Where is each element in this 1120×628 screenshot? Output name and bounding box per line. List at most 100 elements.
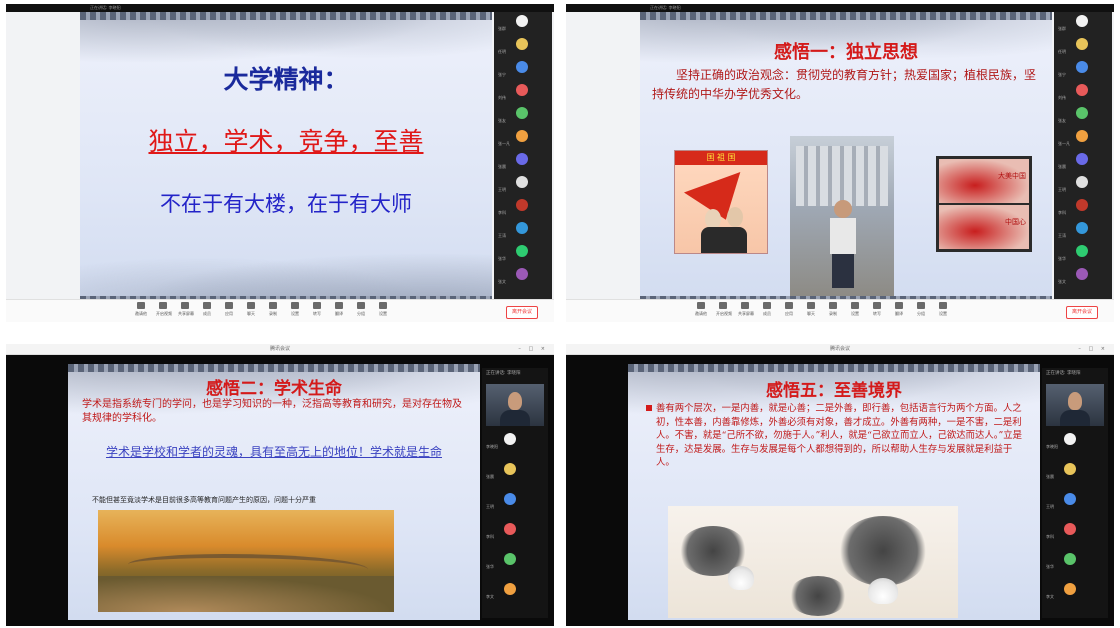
participant-name: 张友 — [1058, 118, 1066, 123]
toolbar-button[interactable]: 设置 — [936, 302, 950, 317]
toolbar-label: 开启视频 — [716, 311, 732, 316]
participant-row[interactable]: 张群 — [494, 12, 552, 35]
participant-row[interactable]: 张文 — [1054, 265, 1112, 288]
toolbar-label: 应用 — [785, 311, 793, 316]
slide-wall-top — [640, 12, 1052, 20]
participant-row[interactable]: 张宁 — [494, 58, 552, 81]
toolbar-button[interactable]: 邀请他 — [694, 302, 708, 317]
toolbar-button[interactable]: 转写 — [870, 302, 884, 317]
toolbar-label: 转写 — [313, 311, 321, 316]
participant-list[interactable]: 张群任明张宁刘伟张友 张一凡 张晨 王明 李科 王涛 张华 张文 — [494, 12, 552, 304]
window-title: 腾讯会议 — [269, 346, 290, 352]
toolbar-button[interactable]: 成员 — [200, 302, 214, 317]
speaker-video[interactable] — [1046, 384, 1104, 426]
participant-row[interactable]: 李晓阳 — [1042, 430, 1108, 460]
participant-row[interactable]: 任明 — [494, 35, 552, 58]
participant-row[interactable]: 张晨 — [1042, 460, 1108, 490]
slide-wall-top — [68, 364, 480, 372]
participant-name: 刘伟 — [498, 95, 506, 100]
window-controls[interactable]: – □ × — [518, 344, 548, 354]
avatar-icon — [1076, 153, 1088, 165]
screenshot-panel-1: 正在讲话: 李晓阳 大学精神： 独立，学术，竞争，至善 不在于有大楼，在于有大师… — [6, 4, 554, 322]
avatar-icon — [504, 433, 516, 445]
toolbar-button[interactable]: 应用 — [782, 302, 796, 317]
toolbar-button[interactable]: 共享屏幕 — [178, 302, 194, 317]
toolbar-button[interactable]: 邀请他 — [134, 302, 148, 317]
participant-row[interactable]: 张文 — [494, 265, 552, 288]
participant-row[interactable]: 刘伟 — [494, 81, 552, 104]
participant-row[interactable]: 张华 — [1042, 550, 1108, 580]
toolbar-button[interactable]: 成员 — [760, 302, 774, 317]
toolbar-button[interactable]: 设置 — [848, 302, 862, 317]
toolbar-button[interactable]: 聊天 — [244, 302, 258, 317]
participant-row[interactable]: 李科 — [482, 520, 548, 550]
participant-name: 张宁 — [498, 72, 506, 77]
participant-row[interactable]: 李文 — [1042, 580, 1108, 610]
participant-row[interactable]: 李晓阳 — [482, 430, 548, 460]
toolbar-icon — [269, 302, 277, 309]
toolbar-label: 成员 — [203, 311, 211, 316]
participant-row[interactable]: 李科 — [1054, 196, 1112, 219]
avatar-icon — [1076, 38, 1088, 50]
speaker-video[interactable] — [486, 384, 544, 426]
toolbar-icon — [335, 302, 343, 309]
toolbar-icon — [137, 302, 145, 309]
participant-row[interactable]: 张晨 — [494, 150, 552, 173]
participant-row[interactable]: 李文 — [482, 580, 548, 610]
toolbar-button[interactable]: 录制 — [266, 302, 280, 317]
participant-row[interactable]: 刘伟 — [1054, 81, 1112, 104]
leave-meeting-button[interactable]: 离开会议 — [506, 306, 538, 319]
participant-row[interactable]: 张晨 — [482, 460, 548, 490]
toolbar-button[interactable]: 转写 — [310, 302, 324, 317]
toolbar-button[interactable]: 共享屏幕 — [738, 302, 754, 317]
participant-row[interactable]: 张友 — [1054, 104, 1112, 127]
toolbar-button[interactable]: 分组 — [354, 302, 368, 317]
toolbar-button[interactable]: 分组 — [914, 302, 928, 317]
toolbar-icon — [313, 302, 321, 309]
participant-row[interactable]: 王涛 — [1054, 219, 1112, 242]
avatar-icon — [516, 84, 528, 96]
participant-row[interactable]: 王明 — [494, 173, 552, 196]
participant-row[interactable]: 张友 — [494, 104, 552, 127]
participant-list[interactable]: 正在讲话: 李晓阳 李晓阳 张晨 王明 李科 张华 李文 — [482, 368, 548, 618]
participant-name: 李文 — [486, 594, 494, 599]
participant-row[interactable]: 李科 — [494, 196, 552, 219]
participant-name: 李科 — [1058, 210, 1066, 215]
toolbar-button[interactable]: 聊天 — [804, 302, 818, 317]
participant-row[interactable]: 张一凡 — [1054, 127, 1112, 150]
toolbar-button[interactable]: 开启视频 — [156, 302, 172, 317]
avatar-icon — [504, 583, 516, 595]
participant-row[interactable]: 李科 — [1042, 520, 1108, 550]
slide-body: 坚持正确的政治观念：贯彻党的教育方针；热爱国家；植根民族，坚持传统的中华办学优秀… — [652, 68, 1037, 101]
participant-list[interactable]: 正在讲话: 李晓阳 李晓阳 张晨 王明 李科 张华 李文 — [1042, 368, 1108, 618]
participant-row[interactable]: 王涛 — [494, 219, 552, 242]
participant-list[interactable]: 张群 任明 张宁 刘伟张友张一凡张晨 王明李科王涛 张华 张文 — [1054, 12, 1112, 304]
participant-name: 李晓阳 — [1046, 444, 1058, 449]
leaf-shape — [838, 516, 928, 586]
participant-row[interactable]: 张华 — [482, 550, 548, 580]
participant-name: 任明 — [498, 49, 506, 54]
toolbar-button[interactable]: 翻译 — [332, 302, 346, 317]
leave-meeting-button[interactable]: 离开会议 — [1066, 306, 1098, 319]
participant-row[interactable]: 张华 — [1054, 242, 1112, 265]
participant-row[interactable]: 张一凡 — [494, 127, 552, 150]
participant-row[interactable]: 张华 — [494, 242, 552, 265]
participant-row[interactable]: 任明 — [1054, 35, 1112, 58]
participant-row[interactable]: 张晨 — [1054, 150, 1112, 173]
participant-row[interactable]: 王明 — [1054, 173, 1112, 196]
poster-image: 国 祖 国 — [674, 150, 768, 254]
toolbar-button[interactable]: 设置 — [288, 302, 302, 317]
toolbar-button[interactable]: 应用 — [222, 302, 236, 317]
participant-row[interactable]: 张群 — [1054, 12, 1112, 35]
toolbar-button[interactable]: 翻译 — [892, 302, 906, 317]
window-controls[interactable]: – □ × — [1078, 344, 1108, 354]
toolbar-button[interactable]: 录制 — [826, 302, 840, 317]
toolbar-button[interactable]: 设置 — [376, 302, 390, 317]
participant-row[interactable]: 王明 — [1042, 490, 1108, 520]
participant-name: 张一凡 — [1058, 141, 1070, 146]
toolbar-button[interactable]: 开启视频 — [716, 302, 732, 317]
toolbar-icon — [697, 302, 705, 309]
shared-slide: 感悟二：学术生命 学术是指系统专门的学问，也是学习知识的一种，泛指高等教育和研究… — [68, 364, 480, 620]
participant-row[interactable]: 王明 — [482, 490, 548, 520]
participant-row[interactable]: 张宁 — [1054, 58, 1112, 81]
